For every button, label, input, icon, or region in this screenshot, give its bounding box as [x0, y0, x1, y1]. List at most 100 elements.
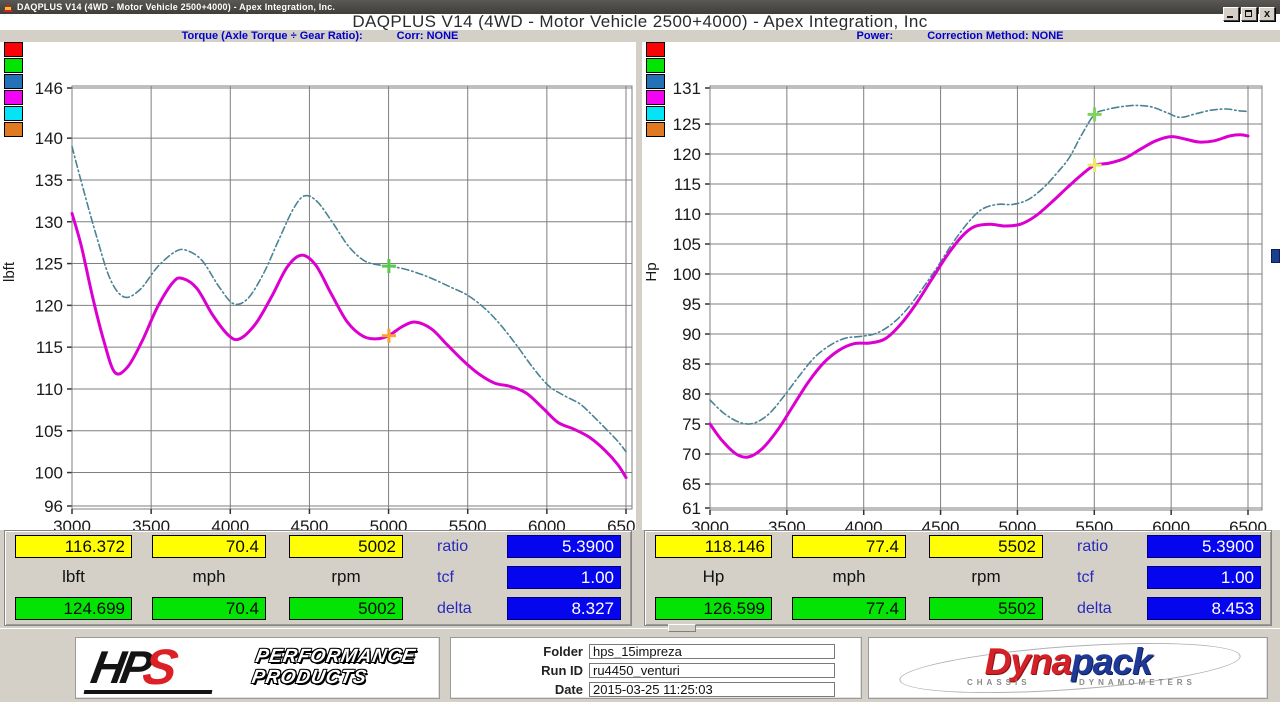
- y-tick-label: 100: [673, 265, 701, 284]
- tcf-label: tcf: [437, 567, 454, 589]
- power-cursor-panel: 118.146 77.4 5502 Hp mph rpm 126.599 77.…: [644, 530, 1272, 626]
- x-tick-label: 3000: [53, 517, 91, 530]
- x-tick-label: 4000: [845, 518, 883, 530]
- y-tick-label: 125: [673, 115, 701, 134]
- x-tick-label: 4000: [211, 517, 249, 530]
- dynapack-logo-box: Dynapack CHASSIS DYNAMOMETERS: [868, 637, 1268, 699]
- x-tick-label: 5500: [1075, 518, 1113, 530]
- hps-logo: HP S: [88, 642, 182, 692]
- date-input[interactable]: [589, 682, 835, 697]
- power-chart-panel: 1311251201151101051009590858075706561300…: [642, 42, 1280, 530]
- run-color-swatch-5[interactable]: [646, 122, 665, 137]
- x-tick-label: 6000: [1152, 518, 1190, 530]
- run-color-swatch-0[interactable]: [646, 42, 665, 57]
- cursor-reference-marker: [1088, 107, 1102, 121]
- run-color-swatch-2[interactable]: [646, 74, 665, 89]
- power-current-value: 118.146: [655, 535, 772, 558]
- run-color-swatch-1[interactable]: [4, 58, 23, 73]
- plot-frame: [710, 86, 1262, 510]
- y-axis-title: lbft: [1, 261, 18, 282]
- y-tick-label: 105: [673, 235, 701, 254]
- run-info-box: Folder Run ID Date: [450, 637, 862, 699]
- hps-logo-underline: [84, 690, 213, 694]
- run-color-swatch-3[interactable]: [646, 90, 665, 105]
- document-header: DAQPLUS V14 (4WD - Motor Vehicle 2500+40…: [0, 14, 1280, 30]
- restore-button[interactable]: [1241, 7, 1257, 21]
- y-tick-label: 105: [35, 422, 63, 441]
- y-tick-label: 120: [673, 145, 701, 164]
- power-current-rpm: 5502: [929, 535, 1043, 558]
- torque-current-rpm: 5002: [289, 535, 403, 558]
- y-tick-label: 100: [35, 464, 63, 483]
- y-tick-label: 85: [682, 355, 701, 374]
- run-color-swatch-1[interactable]: [646, 58, 665, 73]
- torque-tcf-value: 1.00: [507, 566, 621, 589]
- run-color-swatch-0[interactable]: [4, 42, 23, 57]
- torque-chart-panel: 1461401351301251201151101051009630003500…: [0, 42, 636, 530]
- tcf-label: tcf: [1077, 567, 1094, 589]
- document-title: DAQPLUS V14 (4WD - Motor Vehicle 2500+40…: [0, 12, 1280, 32]
- folder-input[interactable]: [589, 644, 835, 659]
- dynapack-logo: Dynapack CHASSIS DYNAMOMETERS: [869, 638, 1267, 698]
- y-tick-label: 96: [44, 497, 63, 516]
- torque-reference-rpm: 5002: [289, 597, 403, 620]
- run-color-swatch-4[interactable]: [4, 106, 23, 121]
- plot-frame: [72, 86, 632, 509]
- power-ratio-value: 5.3900: [1147, 535, 1261, 558]
- x-tick-label: 6000: [528, 517, 566, 530]
- hps-word-performance: PERFORMANCE: [254, 646, 418, 667]
- x-tick-label: 4500: [922, 518, 960, 530]
- torque-delta-value: 8.327: [507, 597, 621, 620]
- reference-run-curve: [710, 105, 1248, 424]
- dynapack-caption-dynamometers: DYNAMOMETERS: [1079, 678, 1196, 687]
- run-color-swatch-3[interactable]: [4, 90, 23, 105]
- power-reference-rpm: 5502: [929, 597, 1043, 620]
- torque-chart-legend: [4, 42, 23, 137]
- x-tick-label: 3500: [132, 517, 170, 530]
- power-corr-label: Correction Method: NONE: [927, 30, 1063, 42]
- run-id-input[interactable]: [589, 663, 835, 678]
- splitter-handle[interactable]: [668, 624, 696, 632]
- restore-icon: [1245, 10, 1252, 17]
- minimize-button[interactable]: [1223, 7, 1239, 21]
- power-chart[interactable]: 1311251201151101051009590858075706561300…: [642, 42, 1280, 530]
- current-run-curve: [72, 213, 626, 477]
- mph-unit-label: mph: [792, 566, 906, 588]
- run-color-swatch-4[interactable]: [646, 106, 665, 121]
- run-color-swatch-2[interactable]: [4, 74, 23, 89]
- y-tick-label: 75: [682, 415, 701, 434]
- y-tick-label: 80: [682, 385, 701, 404]
- current-run-curve: [710, 135, 1248, 457]
- close-icon: x: [1260, 8, 1274, 20]
- window-title: DAQPLUS V14 (4WD - Motor Vehicle 2500+40…: [17, 2, 335, 12]
- x-tick-label: 3500: [768, 518, 806, 530]
- app-icon: [3, 3, 13, 12]
- y-tick-label: 135: [35, 171, 63, 190]
- y-tick-label: 115: [36, 338, 63, 357]
- torque-reference-value: 124.699: [15, 597, 132, 620]
- dynapack-logo-dyna: Dyna: [985, 641, 1071, 682]
- y-tick-label: 95: [682, 295, 701, 314]
- torque-cursor-panel: 116.372 70.4 5002 lbft mph rpm 124.699 7…: [4, 530, 632, 626]
- close-button[interactable]: x: [1259, 7, 1275, 21]
- torque-chart-title: Torque (Axle Torque ÷ Gear Ratio):: [182, 30, 363, 42]
- rpm-unit-label: rpm: [929, 566, 1043, 588]
- y-tick-label: 125: [35, 255, 63, 274]
- y-tick-label: 146: [35, 79, 63, 98]
- torque-unit-label: lbft: [15, 566, 132, 588]
- torque-ratio-value: 5.3900: [507, 535, 621, 558]
- y-tick-label: 130: [35, 213, 63, 232]
- x-tick-label: 5500: [449, 517, 487, 530]
- run-color-swatch-5[interactable]: [4, 122, 23, 137]
- minimize-icon: [1227, 16, 1233, 18]
- y-axis-title: Hp: [643, 262, 660, 281]
- cursor-reference-marker: [382, 259, 396, 273]
- x-tick-label: 6500: [607, 517, 636, 530]
- torque-chart[interactable]: 1461401351301251201151101051009630003500…: [0, 42, 636, 530]
- y-tick-label: 110: [36, 380, 63, 399]
- x-tick-label: 5000: [370, 517, 408, 530]
- torque-current-value: 116.372: [15, 535, 132, 558]
- edge-widget[interactable]: [1271, 249, 1280, 263]
- delta-label: delta: [1077, 598, 1112, 620]
- y-tick-label: 131: [673, 79, 701, 98]
